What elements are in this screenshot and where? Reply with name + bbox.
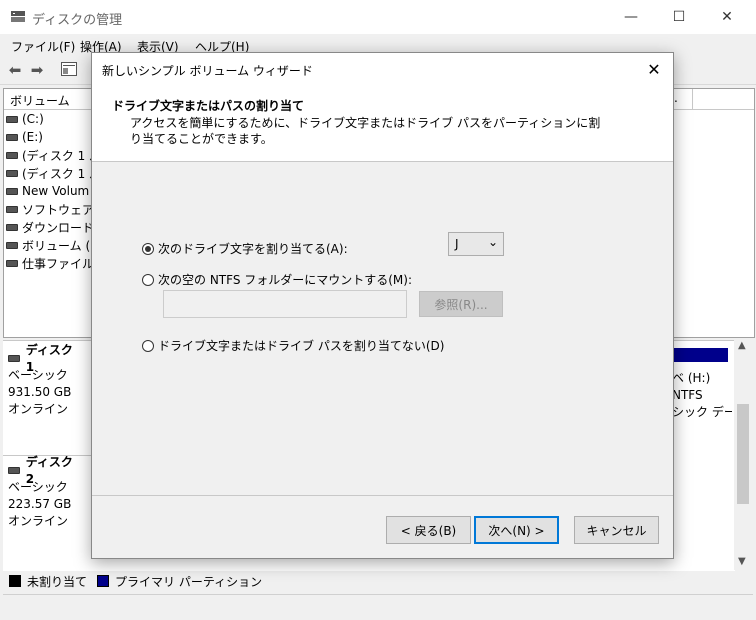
mount-path-input[interactable] <box>163 290 407 318</box>
disk-management-icon <box>10 10 26 23</box>
volume-row[interactable]: (ディスク 1 パ <box>6 146 101 164</box>
drive-icon <box>6 223 18 231</box>
drive-icon <box>6 241 18 249</box>
volume-name: (E:) <box>22 130 43 144</box>
wizard-description: アクセスを簡単にするために、ドライブ文字またはドライブ パスをパーティションに割… <box>130 116 601 146</box>
label-assign-letter: 次のドライブ文字を割り当てる(A): <box>158 242 348 256</box>
column-header-right[interactable]: . <box>674 91 678 105</box>
window-title: ディスクの管理 <box>32 13 123 28</box>
volume-row[interactable]: (ディスク 1 パ <box>6 164 101 182</box>
partition-h-label: ベ (H:) <box>672 371 711 385</box>
disk-icon <box>8 467 20 474</box>
title-bar: ディスクの管理 — ☐ ✕ <box>0 0 756 34</box>
forward-arrow-icon[interactable]: ➡ <box>28 62 46 78</box>
volume-row[interactable]: (C:) <box>6 110 44 128</box>
volume-name: (C:) <box>22 112 44 126</box>
label-mount-folder: 次の空の NTFS フォルダーにマウントする(M): <box>158 273 413 287</box>
unallocated-swatch <box>9 575 21 587</box>
volume-row[interactable]: (E:) <box>6 128 43 146</box>
legend-primary: プライマリ パーティション <box>115 574 263 589</box>
browse-button[interactable]: 参照(R)... <box>419 291 503 317</box>
option-no-assign[interactable]: ドライブ文字またはドライブ パスを割り当てない(D) <box>142 337 444 354</box>
wizard-title: 新しいシンプル ボリューム ウィザード <box>102 64 313 78</box>
back-button[interactable]: < 戻る(B) <box>386 516 471 544</box>
wizard-header: ドライブ文字またはパスの割り当て アクセスを簡単にするために、ドライブ文字または… <box>92 85 673 162</box>
column-divider <box>692 89 693 109</box>
properties-icon[interactable] <box>60 62 78 78</box>
option-assign-letter[interactable]: 次のドライブ文字を割り当てる(A): <box>142 240 348 257</box>
label-no-assign: ドライブ文字またはドライブ パスを割り当てない(D) <box>158 339 445 353</box>
drive-icon <box>6 187 18 195</box>
radio-mount-folder[interactable] <box>142 273 154 286</box>
cancel-button[interactable]: キャンセル <box>574 516 659 544</box>
drive-icon <box>6 169 18 177</box>
drive-letter-value: J <box>455 237 459 251</box>
minimize-button[interactable]: — <box>608 0 654 34</box>
scrollbar-thumb[interactable] <box>737 404 749 504</box>
scroll-up-icon[interactable]: ▲ <box>738 340 746 351</box>
radio-assign-letter[interactable] <box>142 242 154 255</box>
option-mount-folder[interactable]: 次の空の NTFS フォルダーにマウントする(M): <box>142 271 412 288</box>
drive-icon <box>6 151 18 159</box>
partition-h-status: シック デー <box>672 405 732 419</box>
drive-icon <box>6 205 18 213</box>
volume-name: New Volum <box>22 184 90 198</box>
wizard-title-bar: 新しいシンプル ボリューム ウィザード ✕ <box>92 53 673 85</box>
partition-h-fs: NTFS <box>672 388 703 402</box>
disk-1-size: 931.50 GB <box>8 385 72 399</box>
disk-1-info[interactable]: ディスク 1 ベーシック 931.50 GB オンライン <box>8 343 84 418</box>
disk-icon <box>8 355 20 362</box>
volume-name: (ディスク 1 パ <box>22 148 102 163</box>
wizard-heading: ドライブ文字またはパスの割り当て <box>112 99 305 113</box>
column-volume[interactable]: ボリューム <box>10 92 70 109</box>
close-button[interactable]: ✕ <box>704 0 750 34</box>
scroll-down-icon[interactable]: ▼ <box>738 556 746 567</box>
radio-no-assign[interactable] <box>142 339 154 352</box>
wizard-footer-divider <box>92 495 673 496</box>
menu-file[interactable]: ファイル(F) <box>11 38 75 55</box>
new-simple-volume-wizard: 新しいシンプル ボリューム ウィザード ✕ ドライブ文字またはパスの割り当て ア… <box>91 52 674 559</box>
legend: 未割り当て プライマリ パーティション <box>3 572 756 590</box>
back-arrow-icon[interactable]: ⬅ <box>6 62 24 78</box>
drive-icon <box>6 115 18 123</box>
primary-swatch <box>97 575 110 587</box>
volume-row[interactable]: 仕事ファイル <box>6 254 94 272</box>
partition-h-header <box>672 348 728 362</box>
drive-letter-select[interactable]: J ⌄ <box>448 232 504 256</box>
disk-2-status: オンライン <box>8 514 69 528</box>
disk-2-name: ディスク 2 <box>8 455 84 486</box>
disk-2-size: 223.57 GB <box>8 497 72 511</box>
volume-name: (ディスク 1 パ <box>22 166 102 181</box>
volume-row[interactable]: New Volum <box>6 182 89 200</box>
legend-unallocated: 未割り当て <box>27 574 88 589</box>
wizard-close-button[interactable]: ✕ <box>640 57 668 81</box>
disk-2-info[interactable]: ディスク 2 ベーシック 223.57 GB オンライン <box>8 455 84 530</box>
status-bar <box>3 594 753 619</box>
drive-icon <box>6 133 18 141</box>
disk-1-status: オンライン <box>8 402 69 416</box>
chevron-down-icon: ⌄ <box>487 235 498 249</box>
volume-row[interactable]: ボリューム (I:) <box>6 236 102 254</box>
drive-icon <box>6 259 18 267</box>
partition-h[interactable]: ベ (H:) NTFS シック デー <box>672 370 732 421</box>
volume-name: 仕事ファイル <box>22 256 95 271</box>
next-button[interactable]: 次へ(N) > <box>474 516 559 544</box>
disk-1-name: ディスク 1 <box>8 343 84 374</box>
maximize-button[interactable]: ☐ <box>656 0 702 34</box>
